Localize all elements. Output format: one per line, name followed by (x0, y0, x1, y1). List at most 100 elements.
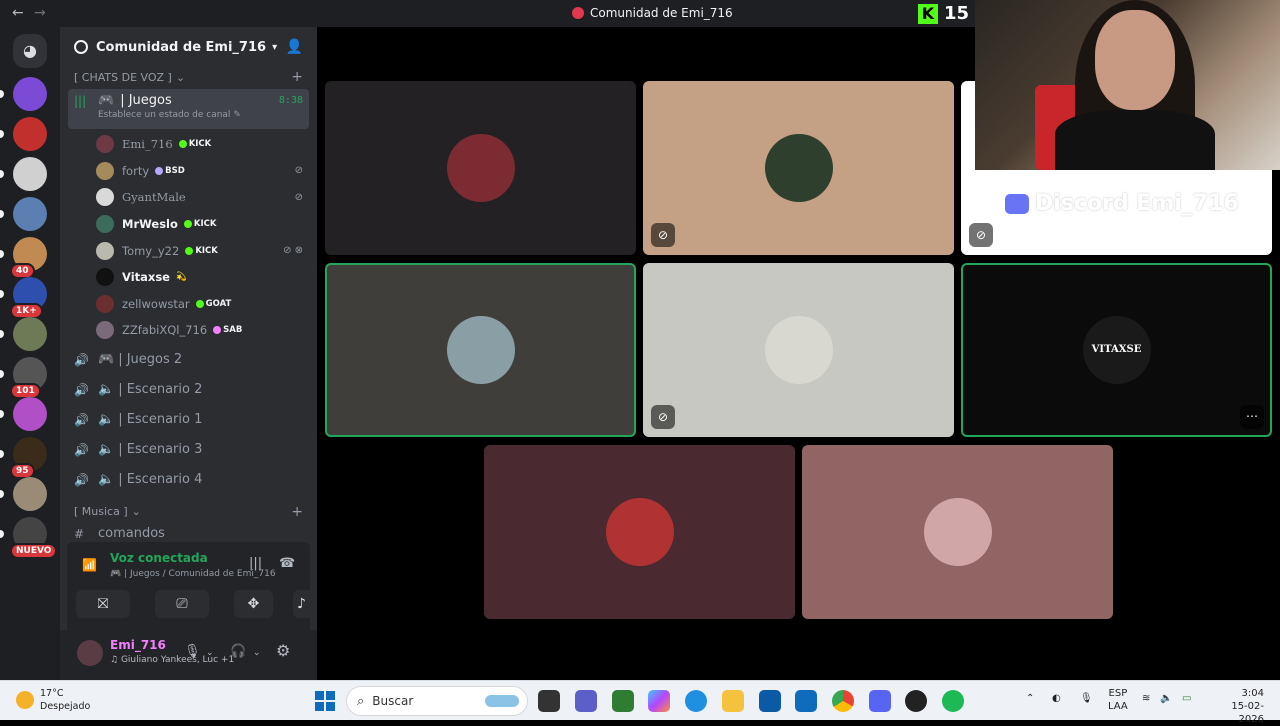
voice-channel[interactable]: 🔊 🔈 | Escenario 3 (68, 436, 309, 464)
participant-tile[interactable]: ⊘ (643, 81, 954, 255)
server-icon[interactable] (13, 77, 47, 111)
category-voice[interactable]: [ CHATS DE VOZ ] ⌄ + (60, 67, 317, 87)
server-icon[interactable] (13, 197, 47, 231)
headphones-icon[interactable]: 🎧 (230, 644, 246, 659)
mic-muted-icon: ⊘ (651, 405, 675, 429)
unread-indicator (0, 210, 4, 218)
create-channel-icon[interactable]: + (291, 69, 303, 85)
disconnect-icon[interactable]: ☎ (279, 556, 295, 571)
voice-channel[interactable]: 🔊 🎮 | Juegos 2 (68, 346, 309, 374)
obs-icon[interactable] (905, 690, 927, 712)
guild-tag: KICK (183, 219, 216, 229)
camera-off-button[interactable]: ⛝ (76, 590, 130, 618)
add-user-icon[interactable]: 👤 (286, 39, 303, 55)
mic-muted-icon: ⊘ (294, 165, 303, 177)
voice-member[interactable]: ZZfabiXQl_716 SAB (60, 317, 317, 344)
windows-start-icon[interactable] (315, 691, 335, 711)
create-channel-icon[interactable]: + (291, 504, 303, 520)
channel-status[interactable]: Establece un estado de canal ✎ (98, 110, 303, 120)
tag-icon (155, 166, 164, 175)
avatar (96, 188, 114, 207)
text-channel-comandos[interactable]: # comandos (68, 524, 309, 544)
chevron-up-icon[interactable]: ⌃ (1026, 693, 1034, 704)
activities-button[interactable]: ✥ (234, 590, 273, 618)
server-header[interactable]: Comunidad de Emi_716 ▾ 👤 (60, 27, 317, 67)
server-icon[interactable] (13, 317, 47, 351)
microphone-icon[interactable]: 🎙 (184, 644, 201, 659)
voice-member-list: Emi_716 KICK forty BSD ⊘ GyantMale ⊘ MrWeslo KIC… (60, 131, 317, 344)
participant-tile[interactable] (325, 81, 636, 255)
server-icon[interactable] (13, 397, 47, 431)
participant-tile[interactable]: VITAXSE ⋯ (961, 263, 1272, 437)
server-icon[interactable]: 40 (10, 237, 47, 279)
username[interactable]: Emi_716 (110, 638, 166, 652)
server-icon[interactable] (13, 477, 47, 511)
channel-name: comandos (98, 526, 165, 542)
person-face-image (1095, 10, 1175, 110)
gear-icon[interactable]: ⚙ (276, 641, 290, 660)
voice-member[interactable]: Vitaxse 💫 (60, 264, 317, 291)
copilot-icon[interactable] (648, 690, 670, 712)
soundboard-button[interactable]: ♪ (293, 590, 310, 618)
participant-tile[interactable] (484, 445, 795, 619)
voice-status[interactable]: Voz conectada (110, 551, 208, 565)
chevron-down-icon[interactable]: ⌄ (206, 648, 214, 658)
chevron-down-icon[interactable]: ⌄ (253, 648, 261, 658)
avatar[interactable] (77, 640, 103, 666)
server-icon[interactable]: 95 (10, 437, 47, 479)
weather-widget[interactable]: 17°C Despejado (16, 687, 90, 713)
voice-member[interactable]: Tomy_y22 KICK ⊘ ⊗ (60, 237, 317, 264)
participant-tile[interactable] (802, 445, 1113, 619)
edge-icon[interactable] (685, 690, 707, 712)
forward-arrow-icon[interactable]: → (34, 5, 46, 21)
participant-tile[interactable]: ⊘ (643, 263, 954, 437)
task-view-icon[interactable] (538, 690, 560, 712)
microphone-icon[interactable]: 🎙 (1080, 693, 1093, 704)
server-icon[interactable] (13, 117, 47, 151)
wifi-icon[interactable]: ≋ (1142, 693, 1150, 704)
member-name: Vitaxse (122, 270, 170, 285)
server-icon[interactable]: NUEVO (10, 517, 58, 559)
avatar (96, 294, 114, 313)
signal-icon[interactable]: 📶 (82, 558, 97, 572)
voice-channel-juegos[interactable]: ||| 🎮 | Juegos 8:38 Establece un estado … (68, 89, 309, 129)
avatar (96, 321, 114, 340)
more-options-icon[interactable]: ⋯ (1240, 405, 1264, 429)
server-icon[interactable] (13, 157, 47, 191)
voice-channel[interactable]: 🔊 🔈 | Escenario 1 (68, 406, 309, 434)
store-icon[interactable] (759, 690, 781, 712)
spotify-icon[interactable] (942, 690, 964, 712)
network-warning-icon[interactable]: ◐ (1052, 693, 1061, 704)
voice-member[interactable]: zellwowstar GOAT (60, 291, 317, 318)
participant-tile[interactable] (325, 263, 636, 437)
outlook-icon[interactable] (795, 690, 817, 712)
voice-channel[interactable]: 🔊 🔈 | Escenario 2 (68, 376, 309, 404)
back-arrow-icon[interactable]: ← (12, 5, 24, 21)
voice-member[interactable]: MrWeslo KICK (60, 211, 317, 238)
category-music[interactable]: [ Musica ] ⌄ + (60, 502, 317, 522)
language-indicator[interactable]: ESP LAA (1108, 687, 1128, 713)
server-icon[interactable]: 101 (10, 357, 47, 399)
noise-suppression-icon[interactable]: ||| (249, 556, 262, 571)
search-box[interactable]: ⌕ Buscar (346, 686, 528, 716)
battery-icon[interactable]: ▭ (1182, 693, 1191, 704)
tag-icon (183, 220, 192, 229)
file-explorer-icon[interactable] (722, 690, 744, 712)
notification-badge: NUEVO (10, 543, 58, 559)
chrome-icon[interactable] (832, 690, 854, 712)
language-code: ESP (1108, 688, 1128, 699)
clock[interactable]: 3:04 15-02-2026 (1212, 687, 1264, 726)
volume-icon[interactable]: 🔈 (1160, 693, 1172, 704)
discord-taskbar-icon[interactable] (869, 690, 891, 712)
teams-icon[interactable] (575, 690, 597, 712)
server-icon[interactable]: 1K+ (10, 277, 47, 319)
discord-home-icon[interactable]: ◕ (13, 34, 47, 68)
minecraft-icon[interactable] (612, 690, 634, 712)
guild-tag: KICK (178, 139, 211, 149)
voice-channel[interactable]: 🔊 🔈 | Escenario 4 (68, 466, 309, 494)
share-screen-button[interactable]: ⎚ (155, 590, 209, 618)
voice-member[interactable]: GyantMale ⊘ (60, 184, 317, 211)
voice-member[interactable]: forty BSD ⊘ (60, 158, 317, 185)
speaker-icon: 🔈 (98, 442, 115, 458)
voice-member[interactable]: Emi_716 KICK (60, 131, 317, 158)
